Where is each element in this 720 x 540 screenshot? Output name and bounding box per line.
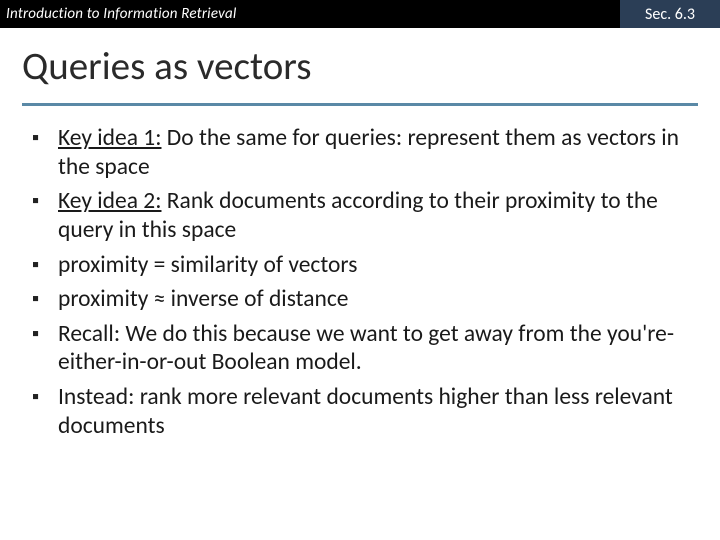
bullet-rest: proximity = similarity of vectors (58, 251, 357, 279)
bullet-lead: Key idea 2: (58, 187, 161, 215)
list-item: proximity = similarity of vectors (28, 251, 698, 280)
bullet-lead: Key idea 1: (58, 124, 161, 152)
list-item: Key idea 2: Rank documents according to … (28, 187, 698, 244)
slide-body: Key idea 1: Do the same for queries: rep… (0, 106, 720, 447)
bullet-rest: proximity ≈ inverse of distance (58, 285, 348, 313)
bullet-list: Key idea 1: Do the same for queries: rep… (28, 124, 698, 441)
section-label: Sec. 6.3 (620, 0, 720, 28)
list-item: Recall: We do this because we want to ge… (28, 320, 698, 377)
slide-title: Queries as vectors (22, 46, 698, 89)
bullet-rest: Instead: rank more relevant documents hi… (58, 383, 673, 440)
list-item: Instead: rank more relevant documents hi… (28, 383, 698, 440)
list-item: Key idea 1: Do the same for queries: rep… (28, 124, 698, 181)
header-bar: Introduction to Information Retrieval Se… (0, 0, 720, 28)
bullet-rest: Recall: We do this because we want to ge… (58, 320, 674, 377)
slide: Introduction to Information Retrieval Se… (0, 0, 720, 540)
title-wrap: Queries as vectors (0, 28, 720, 95)
list-item: proximity ≈ inverse of distance (28, 285, 698, 314)
course-title: Introduction to Information Retrieval (0, 0, 620, 28)
